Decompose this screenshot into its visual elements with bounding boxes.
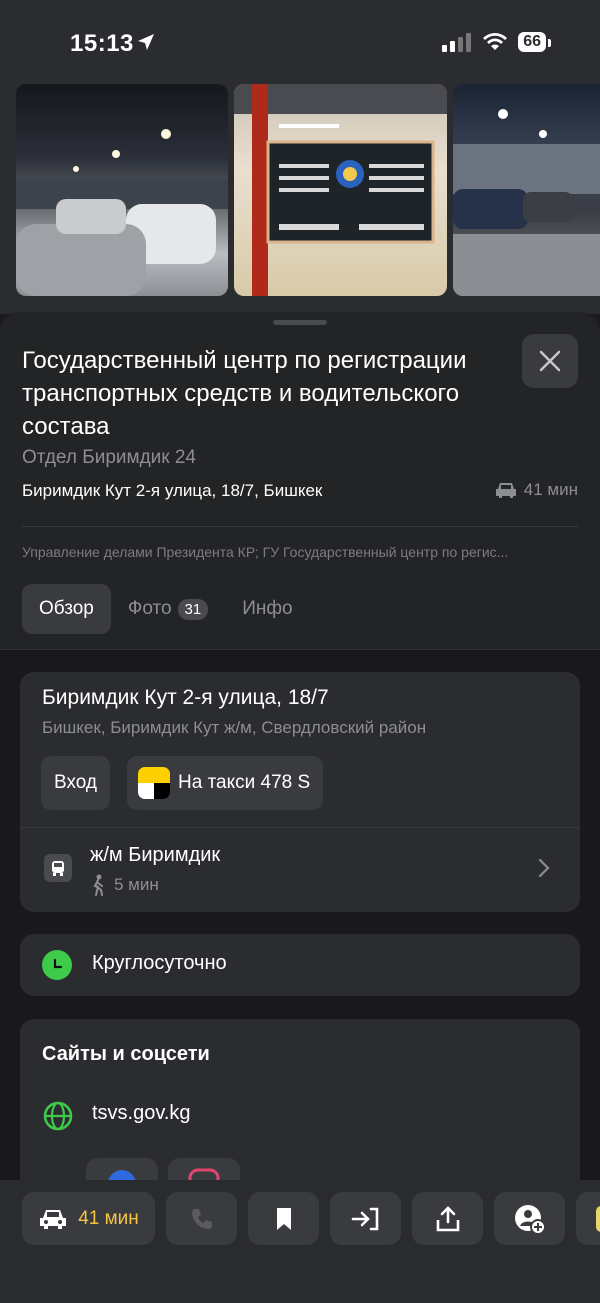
- hours-card[interactable]: Круглосуточно: [20, 934, 580, 996]
- more-icon: [596, 1205, 600, 1232]
- more-button[interactable]: [576, 1192, 600, 1245]
- bookmark-button[interactable]: [248, 1192, 319, 1245]
- sheet-grabber[interactable]: [273, 320, 327, 325]
- tab-overview[interactable]: Обзор: [22, 584, 111, 634]
- tab-bar: Обзор Фото 31 Инфо: [22, 584, 310, 634]
- place-title: Государственный центр по регистрации тра…: [22, 347, 467, 440]
- walk-time: 5 мин: [90, 874, 159, 896]
- route-eta: 41 мин: [78, 1207, 139, 1229]
- phone-icon: [191, 1208, 212, 1229]
- clock-icon: [42, 950, 72, 980]
- battery-indicator: 66: [518, 32, 551, 52]
- share-icon: [436, 1205, 459, 1231]
- globe-icon: [43, 1101, 73, 1131]
- photos-count-badge: 31: [177, 598, 209, 620]
- car-icon: [495, 483, 516, 498]
- tab-photos-label: Фото: [127, 598, 172, 619]
- taxi-button[interactable]: На такси 478 S: [127, 756, 324, 810]
- signal-icon: [442, 33, 472, 52]
- entrance-label: Вход: [54, 772, 97, 793]
- tab-overview-label: Обзор: [39, 598, 94, 619]
- entrance-button[interactable]: Вход: [41, 756, 110, 810]
- wifi-icon: [483, 33, 508, 50]
- photo-lot-daylight[interactable]: [453, 84, 600, 296]
- location-arrow-icon: [138, 34, 154, 50]
- enter-arrow-icon: [351, 1207, 378, 1230]
- transit-stop-name[interactable]: ж/м Биримдик: [90, 844, 220, 867]
- share-button[interactable]: [412, 1192, 483, 1245]
- taxi-logo-icon: [138, 767, 170, 799]
- photo-2-art: [234, 84, 447, 296]
- address-street[interactable]: Биримдик Кут 2-я улица, 18/7: [42, 686, 329, 710]
- tab-info[interactable]: Инфо: [225, 584, 309, 634]
- photo-3-art: [453, 109, 600, 296]
- place-sheet: Государственный центр по регистрации тра…: [0, 312, 600, 1303]
- chevron-right-icon[interactable]: [538, 858, 550, 878]
- walk-time-text: 5 мин: [114, 875, 159, 894]
- clock-hands: [53, 958, 63, 969]
- taxi-label: На такси 478 S: [178, 772, 311, 793]
- bottom-action-bar: 41 мин: [0, 1180, 600, 1303]
- hours-text: Круглосуточно: [92, 952, 227, 974]
- car-icon: [40, 1209, 67, 1229]
- photo-1-art: [16, 129, 228, 296]
- card-divider: [20, 827, 580, 828]
- photo-parking-night[interactable]: [16, 84, 228, 296]
- add-to-profile-button[interactable]: [494, 1192, 565, 1245]
- call-button[interactable]: [166, 1192, 237, 1245]
- transit-stop-icon: [44, 854, 72, 882]
- travel-eta-text: 41 мин: [523, 480, 578, 499]
- close-icon: [539, 350, 561, 372]
- bus-icon: [52, 861, 64, 876]
- divider: [22, 526, 578, 527]
- travel-eta[interactable]: 41 мин: [494, 480, 578, 500]
- photo-strip[interactable]: [0, 84, 600, 314]
- close-button[interactable]: [522, 334, 578, 388]
- place-subtitle: Отдел Биримдик 24: [22, 447, 196, 468]
- organization-line[interactable]: Управление делами Президента КР; ГУ Госу…: [22, 544, 578, 560]
- address-card: Биримдик Кут 2-я улица, 18/7 Бишкек, Бир…: [20, 672, 580, 912]
- address-district: Бишкек, Биримдик Кут ж/м, Свердловский р…: [42, 718, 427, 737]
- website-link[interactable]: tsvs.gov.kg: [92, 1102, 191, 1125]
- status-bar: 15:13 66: [0, 0, 600, 84]
- sites-title: Сайты и соцсети: [42, 1043, 210, 1065]
- walking-icon: [93, 874, 103, 896]
- user-add-icon: [514, 1204, 546, 1234]
- tab-photos[interactable]: Фото 31: [111, 584, 225, 634]
- status-time: 15:13: [70, 30, 134, 57]
- status-indicators: 66: [442, 32, 551, 52]
- route-button[interactable]: 41 мин: [22, 1192, 155, 1245]
- tab-info-label: Инфо: [242, 598, 293, 619]
- photo-building-sign[interactable]: [234, 84, 447, 296]
- navigate-button[interactable]: [330, 1192, 401, 1245]
- bookmark-icon: [276, 1207, 291, 1230]
- place-address[interactable]: Биримдик Кут 2-я улица, 18/7, Бишкек: [22, 481, 322, 501]
